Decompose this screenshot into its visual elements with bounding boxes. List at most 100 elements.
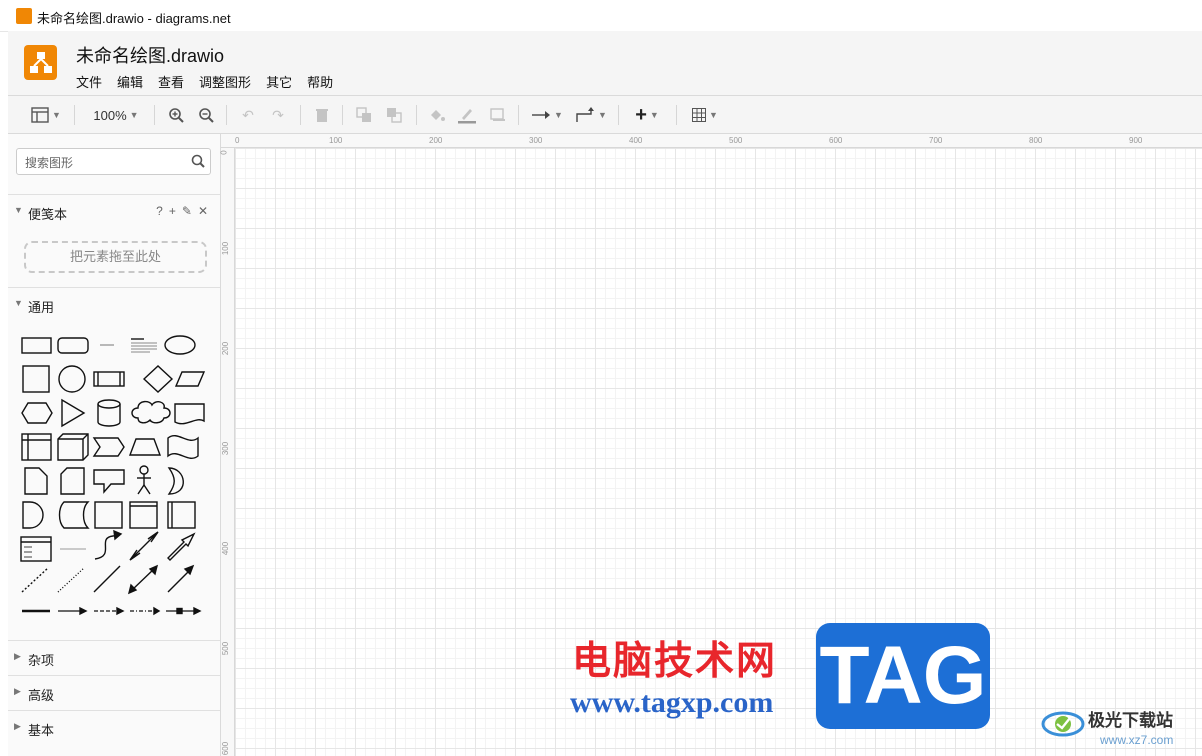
shape-card[interactable] — [60, 467, 85, 495]
advanced-section-header[interactable]: ▶ 高级 — [8, 675, 220, 709]
shape-delay[interactable] — [22, 501, 44, 529]
search-box[interactable] — [16, 148, 211, 175]
shape-bidirectional-connector[interactable] — [127, 564, 159, 595]
menu-help[interactable]: 帮助 — [307, 72, 333, 92]
line-color-icon[interactable] — [456, 104, 478, 126]
document-title[interactable]: 未命名绘图.drawio — [76, 42, 224, 68]
shape-bidirectional-arrow[interactable] — [129, 531, 159, 561]
shape-hexagon[interactable] — [21, 402, 53, 424]
table-icon[interactable]: ▼ — [688, 104, 722, 126]
shape-circle[interactable] — [58, 365, 86, 393]
shape-textbox[interactable] — [131, 338, 157, 353]
delete-icon[interactable] — [312, 104, 332, 126]
shape-cylinder[interactable] — [97, 399, 121, 427]
shape-arrow[interactable] — [167, 532, 196, 561]
shape-directional-connector[interactable] — [167, 564, 195, 593]
shape-tape[interactable] — [167, 435, 199, 459]
to-front-icon[interactable] — [354, 104, 374, 126]
shape-dashed-line[interactable] — [21, 567, 49, 593]
watermark-tag-logo: TAG — [816, 623, 990, 729]
ruler-label: 600 — [221, 741, 231, 756]
insert-icon[interactable]: + ▼ — [630, 104, 664, 126]
shape-list[interactable] — [20, 536, 52, 562]
scratchpad-dropzone[interactable]: 把元素拖至此处 — [24, 241, 207, 273]
general-shapes-palette — [20, 335, 206, 616]
toolbar-separator — [342, 105, 343, 125]
shape-parallelogram[interactable] — [174, 371, 206, 387]
basic-section-header[interactable]: ▶ 基本 — [8, 710, 220, 744]
shape-cloud[interactable] — [131, 400, 171, 424]
search-icon[interactable] — [191, 154, 205, 168]
toolbar-separator — [154, 105, 155, 125]
shape-actor[interactable] — [137, 465, 151, 495]
menu-extras[interactable]: 其它 — [266, 72, 292, 92]
ruler-label: 400 — [629, 136, 643, 145]
connection-icon[interactable]: ▼ — [530, 104, 564, 126]
chevron-right-icon: ▶ — [14, 686, 21, 696]
toolbar-separator — [226, 105, 227, 125]
to-back-icon[interactable] — [384, 104, 404, 126]
shape-dotted-line[interactable] — [57, 567, 85, 593]
shape-link-dashed-arrow[interactable] — [94, 606, 125, 616]
shape-trapezoid[interactable] — [128, 438, 162, 456]
app-header: 未命名绘图.drawio 文件 编辑 查看 调整图形 其它 帮助 — [8, 31, 1202, 95]
menu-bar: 文件 编辑 查看 调整图形 其它 帮助 — [76, 72, 333, 92]
toolbar-separator — [74, 105, 75, 125]
zoom-in-icon[interactable] — [166, 104, 186, 126]
toolbar-separator — [416, 105, 417, 125]
shape-rounded-rectangle[interactable] — [57, 337, 89, 354]
shape-link-dotted-arrow[interactable] — [130, 606, 161, 616]
redo-icon[interactable]: ↷ — [268, 104, 288, 126]
vertical-ruler[interactable]: 0 100 200 300 400 500 600 — [220, 148, 235, 756]
shape-callout[interactable] — [93, 469, 125, 494]
search-input[interactable] — [23, 153, 187, 172]
shape-document[interactable] — [174, 403, 205, 425]
shape-vertical-container[interactable] — [167, 501, 196, 529]
shape-step[interactable] — [92, 437, 125, 457]
menu-view[interactable]: 查看 — [158, 72, 184, 92]
add-icon[interactable]: + — [169, 204, 176, 218]
menu-arrange[interactable]: 调整图形 — [199, 72, 251, 92]
ruler-label: 300 — [529, 136, 543, 145]
shape-data-storage[interactable] — [58, 501, 90, 529]
shape-link-arrow[interactable] — [58, 606, 88, 616]
shape-triangle[interactable] — [61, 398, 86, 428]
shape-internal-storage[interactable] — [21, 433, 52, 461]
shape-or[interactable] — [167, 467, 184, 495]
shape-process[interactable] — [93, 371, 125, 387]
horizontal-ruler[interactable]: 0 100 200 300 400 500 600 700 800 900 — [221, 134, 1202, 148]
close-icon[interactable]: ✕ — [198, 204, 208, 218]
shape-swimlane[interactable] — [129, 501, 158, 529]
scratchpad-header[interactable]: ▼ 便笺本 ? + ✎ ✕ — [8, 194, 220, 228]
shape-rectangle[interactable] — [21, 337, 52, 354]
undo-icon[interactable]: ↶ — [238, 104, 258, 126]
shadow-icon[interactable] — [488, 104, 508, 126]
view-format-icon[interactable]: ▼ — [28, 104, 64, 126]
shape-ellipse[interactable] — [164, 335, 196, 355]
zoom-out-icon[interactable] — [196, 104, 216, 126]
general-section-header[interactable]: ▼ 通用 — [8, 287, 220, 321]
menu-edit[interactable]: 编辑 — [117, 72, 143, 92]
ruler-label: 500 — [221, 641, 231, 656]
shape-diamond[interactable] — [142, 365, 174, 393]
shape-container[interactable] — [94, 501, 123, 529]
help-icon[interactable]: ? — [156, 204, 163, 218]
shape-note[interactable] — [24, 467, 48, 495]
zoom-select[interactable]: 100% ▼ — [88, 104, 144, 126]
scratchpad-label: 便笺本 — [28, 207, 68, 222]
shape-line[interactable] — [93, 565, 121, 593]
shape-curve[interactable] — [94, 529, 123, 560]
general-label: 通用 — [28, 300, 55, 315]
misc-section-header[interactable]: ▶ 杂项 — [8, 640, 220, 674]
chevron-down-icon: ▼ — [14, 205, 23, 215]
ruler-label: 500 — [729, 136, 743, 145]
shape-square[interactable] — [22, 365, 50, 393]
menu-file[interactable]: 文件 — [76, 72, 102, 92]
watermark-site2-url: www.xz7.com — [1100, 733, 1174, 747]
edit-icon[interactable]: ✎ — [182, 204, 192, 218]
ruler-label: 200 — [221, 341, 231, 356]
shape-link-diamond[interactable] — [166, 606, 202, 616]
fill-color-icon[interactable] — [426, 104, 448, 126]
shape-cube[interactable] — [57, 433, 89, 461]
waypoints-icon[interactable]: ▼ — [574, 104, 608, 126]
